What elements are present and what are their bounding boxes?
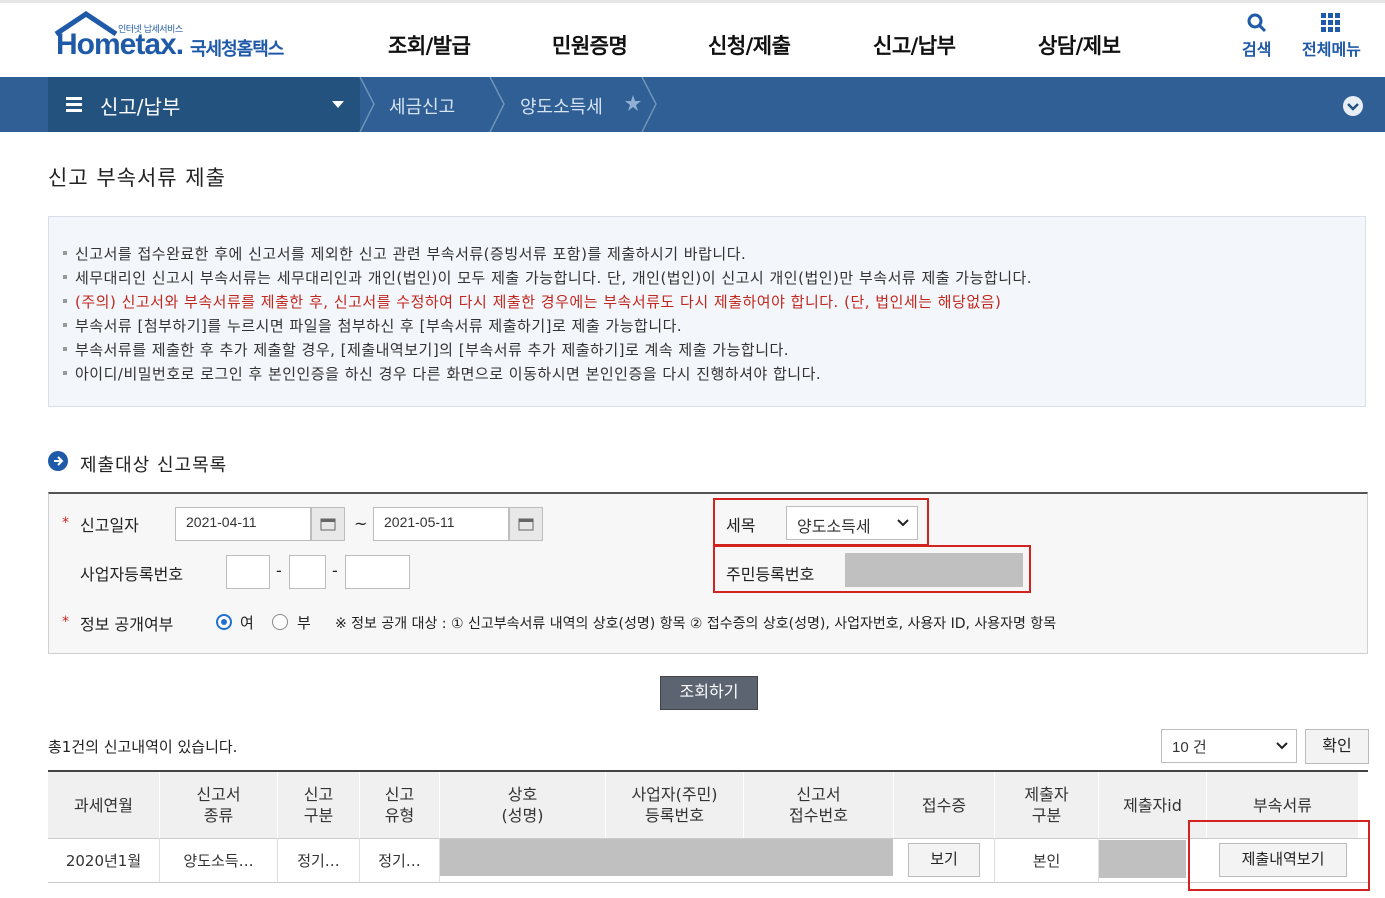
- th-name: 상호 (성명): [440, 772, 606, 838]
- gnb-report-pay[interactable]: 신고/납부: [873, 30, 956, 60]
- search-button[interactable]: 조회하기: [660, 676, 758, 710]
- breadcrumb-tax-report[interactable]: 세금신고: [389, 93, 455, 119]
- th-receipt-number: 신고서 접수번호: [744, 772, 894, 838]
- result-count: 총1건의 신고내역이 있습니다.: [48, 738, 238, 756]
- crumb-separator-icon: [359, 77, 375, 132]
- tax-type-select[interactable]: 양도소득세: [786, 506, 918, 540]
- th-period: 과세연월: [48, 772, 160, 838]
- dash-separator: -: [276, 561, 282, 580]
- required-mark: *: [62, 515, 69, 531]
- search-label: 검색: [1242, 40, 1272, 59]
- biz-number-part3[interactable]: [345, 555, 410, 589]
- disclose-note: ※ 정보 공개 대상 : ① 신고부속서류 내역의 상호(성명) 항목 ② 접수…: [335, 616, 1057, 632]
- current-menu-label: 신고/납부: [100, 95, 181, 119]
- calendar-to-button[interactable]: [509, 507, 543, 541]
- gnb-certificate[interactable]: 민원증명: [552, 30, 628, 60]
- search-tool[interactable]: 검색: [1242, 12, 1271, 60]
- caret-down-icon: [332, 101, 344, 108]
- td-period: 2020년1월: [48, 838, 160, 882]
- confirm-button[interactable]: 확인: [1305, 729, 1369, 764]
- td-receipt: 보기: [894, 838, 995, 882]
- rrn-input-masked[interactable]: [845, 553, 1023, 587]
- tax-type-label: 세목: [726, 516, 756, 535]
- disclose-no-radio[interactable]: [272, 614, 288, 630]
- gnb-lookup[interactable]: 조회/발급: [388, 30, 471, 60]
- notice-item: 부속서류를 제출한 후 추가 제출할 경우, [제출내역보기]의 [부속서류 추…: [62, 341, 790, 359]
- biz-number-label: 사업자등록번호: [80, 565, 184, 584]
- td-report-kind: 양도소득…: [160, 838, 278, 882]
- tax-type-value: 양도소득세: [797, 517, 871, 536]
- th-report-class: 신고 구분: [278, 772, 360, 838]
- chevron-down-icon: [897, 519, 909, 527]
- breadcrumb-transfer-tax[interactable]: 양도소득세: [520, 93, 603, 119]
- hamburger-icon: [66, 97, 82, 112]
- biz-number-part1[interactable]: [226, 555, 270, 589]
- td-report-type: 정기…: [360, 838, 440, 882]
- required-mark: *: [62, 614, 69, 630]
- section-title: 제출대상 신고목록: [80, 455, 228, 476]
- td-report-class: 정기…: [278, 838, 360, 882]
- notice-item: 아이디/비밀번호로 로그인 후 본인인증을 하신 경우 다른 화면으로 이동하시…: [62, 365, 822, 383]
- biz-number-part2[interactable]: [289, 555, 326, 589]
- attachments-highlight: [1188, 820, 1370, 891]
- arrow-circle-icon: [48, 451, 68, 471]
- th-submitter-type: 제출자 구분: [995, 772, 1099, 838]
- masked-submitter-id: [1099, 840, 1186, 878]
- td-submitter-type: 본인: [995, 838, 1099, 882]
- th-receipt: 접수증: [894, 772, 995, 838]
- rrn-label: 주민등록번호: [726, 565, 815, 584]
- range-tilde: ~: [354, 514, 368, 533]
- date-to-input[interactable]: 2021-05-11: [373, 507, 509, 541]
- notice-item: 신고서를 접수완료한 후에 신고서를 제외한 신고 관련 부속서류(증빙서류 포…: [62, 245, 747, 263]
- hometax-logo[interactable]: 인터넷 납세서비스 Hometax. 국세청홈택스: [48, 10, 308, 70]
- disclose-yes-label: 여: [240, 614, 254, 632]
- dash-separator: -: [332, 561, 338, 580]
- all-menu-tool[interactable]: 전체메뉴: [1302, 12, 1361, 60]
- page-size-value: 10 건: [1172, 739, 1207, 756]
- crumb-separator-icon: [489, 77, 505, 132]
- calendar-icon: [320, 518, 336, 531]
- disclose-yes-radio[interactable]: [216, 614, 232, 630]
- date-from-input[interactable]: 2021-04-11: [175, 507, 311, 541]
- notice-warning: (주의) 신고서와 부속서류를 제출한 후, 신고서를 수정하여 다시 제출한 …: [62, 293, 1002, 311]
- calendar-from-button[interactable]: [311, 507, 345, 541]
- expand-circle-icon[interactable]: [1342, 95, 1364, 117]
- crumb-separator-icon: [641, 77, 657, 132]
- row-divider: [48, 882, 1368, 883]
- logo-text: Hometax.: [56, 28, 184, 61]
- chevron-down-icon: [1276, 742, 1288, 750]
- calendar-icon: [518, 518, 534, 531]
- page-title: 신고 부속서류 제출: [48, 166, 226, 190]
- notice-item: 부속서류 [첨부하기]를 누르시면 파일을 첨부하신 후 [부속서류 제출하기]…: [62, 317, 683, 335]
- grid-icon: [1321, 13, 1341, 32]
- top-border: [0, 0, 1385, 3]
- th-reg-number: 사업자(주민) 등록번호: [606, 772, 744, 838]
- disclose-no-label: 부: [297, 614, 311, 632]
- menu-selector[interactable]: [48, 77, 360, 132]
- report-date-label: 신고일자: [80, 516, 139, 535]
- notice-item: 세무대리인 신고시 부속서류는 세무대리인과 개인(법인)이 모두 제출 가능합…: [62, 269, 1033, 287]
- notice-box: 신고서를 접수완료한 후에 신고서를 제외한 신고 관련 부속서류(증빙서류 포…: [48, 216, 1366, 407]
- logo-korean: 국세청홈택스: [190, 39, 284, 60]
- th-report-type: 신고 유형: [360, 772, 440, 838]
- view-receipt-button[interactable]: 보기: [908, 843, 980, 877]
- gnb-apply[interactable]: 신청/제출: [708, 30, 791, 60]
- disclose-label: 정보 공개여부: [80, 615, 174, 634]
- masked-row-data: [440, 839, 893, 876]
- gnb-consult[interactable]: 상담/제보: [1038, 30, 1121, 60]
- th-report-kind: 신고서 종류: [160, 772, 278, 838]
- search-icon: [1247, 13, 1266, 33]
- page-size-select[interactable]: 10 건: [1161, 729, 1297, 763]
- all-menu-label: 전체메뉴: [1302, 40, 1361, 59]
